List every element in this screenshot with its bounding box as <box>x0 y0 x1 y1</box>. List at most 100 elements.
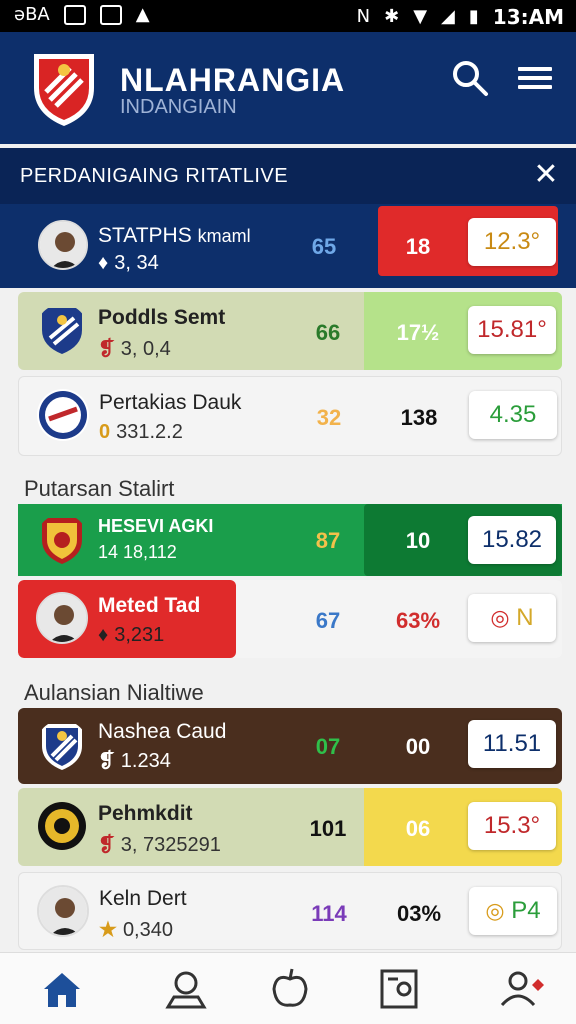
player-name-extra: kmaml <box>197 226 251 246</box>
avatar <box>36 592 88 644</box>
stat-value: 331.2.2 <box>116 421 183 443</box>
home-icon[interactable] <box>38 965 86 1013</box>
player-stat: ★ 0,340 <box>99 917 173 942</box>
stat-value: 3, 0,4 <box>120 338 171 360</box>
chart-icon: ▲ <box>135 4 150 25</box>
rating-pill[interactable]: 12.3° <box>468 218 556 266</box>
wifi-icon: ▼ <box>413 6 428 27</box>
score-1: 67 <box>315 608 341 633</box>
stat-value: 1.234 <box>120 750 171 772</box>
rating-pill[interactable]: 15.82 <box>468 516 556 564</box>
crest-icon <box>42 308 82 354</box>
team-stat: ❡ 3, 7325291 <box>98 832 221 857</box>
app-header: NLAHRANGIA INDANGIAIN <box>0 32 576 144</box>
player-name: Keln Dert <box>99 887 187 910</box>
list-item[interactable]: Meted Tad ♦ 3,231 67 63% ◎ N <box>18 580 562 658</box>
signal-icon: ◢ <box>441 6 455 27</box>
gallery-icon <box>99 5 122 25</box>
player-name-text: STATPHS <box>98 224 192 247</box>
rating-pill[interactable]: 15.81° <box>468 306 556 354</box>
menu-line <box>518 85 552 89</box>
list-item[interactable]: HESEVI AGKI 14 18,112 87 10 15.82 <box>18 504 562 576</box>
score-1: 87 <box>315 528 341 553</box>
list-item[interactable]: Pertakias Dauk 0 331.2.2 32 138 4.35 <box>18 376 562 456</box>
score-2: 03% <box>396 901 442 926</box>
group-title: Aulansian Nialtiwe <box>24 680 204 705</box>
list-item[interactable]: Keln Dert ★ 0,340 114 03% ◎ P4 <box>18 872 562 950</box>
stat-value: 0,340 <box>122 919 173 941</box>
image-icon <box>63 5 86 25</box>
rating-text: N <box>516 604 534 631</box>
rating-pill[interactable]: 4.35 <box>469 391 557 439</box>
player-stat: ♦ 3,231 <box>98 624 164 647</box>
rating-pill[interactable]: 11.51 <box>468 720 556 768</box>
scoreboard-icon[interactable] <box>162 965 210 1013</box>
group-title: Putarsan Stalirt <box>24 476 175 501</box>
crest-icon <box>42 724 82 770</box>
team-name: HESEVI AGKI <box>98 516 214 536</box>
score-1: 32 <box>316 405 342 430</box>
avatar <box>37 885 89 937</box>
rating-text: P4 <box>511 897 541 924</box>
avatar <box>38 220 88 270</box>
score-1: 114 <box>311 901 347 926</box>
score-2: 18 <box>405 234 431 259</box>
bottom-navigation <box>0 952 576 1024</box>
list-item[interactable]: Pehmkdit ❡ 3, 7325291 101 06 15.3° <box>18 788 562 866</box>
target-icon: ◎ <box>490 605 510 630</box>
stat-marker: ❡ <box>98 834 115 856</box>
score-2: 10 <box>405 528 431 553</box>
team-stat: ❡ 1.234 <box>98 748 171 773</box>
team-stat: 14 18,112 <box>98 542 177 562</box>
player-stat: ♦ 3, 34 <box>98 252 159 275</box>
menu-line <box>518 67 552 71</box>
stat-value: 3,231 <box>114 624 165 646</box>
list-item[interactable]: Poddls Semt ❡ 3, 0,4 66 17½ 15.81° <box>18 292 562 370</box>
team-name: Pehmkdit <box>98 802 193 825</box>
score-1: 07 <box>315 734 341 759</box>
app-title: NLAHRANGIA <box>120 62 346 98</box>
rating-pill[interactable]: 15.3° <box>468 802 556 850</box>
stat-marker: ❡ <box>98 338 115 360</box>
list-item[interactable]: Nashea Caud ❡ 1.234 07 00 11.51 <box>18 708 562 784</box>
score-1: 66 <box>315 320 341 345</box>
stat-marker: ♦ <box>98 252 109 274</box>
team-stat: ❡ 3, 0,4 <box>98 336 171 361</box>
status-carrier-text: əBA <box>14 4 50 25</box>
team-stat: 0 331.2.2 <box>99 421 183 444</box>
list-item[interactable]: STATPHS kmaml ♦ 3, 34 65 18 12.3° <box>0 204 576 288</box>
team-name: Nashea Caud <box>98 720 227 743</box>
score-2: 00 <box>405 734 431 759</box>
menu-line <box>518 76 552 80</box>
rating-pill[interactable]: ◎ P4 <box>469 887 557 935</box>
score-1: 101 <box>309 816 347 841</box>
battery-icon: ▮ <box>468 6 479 27</box>
menu-icon[interactable] <box>518 62 558 98</box>
score-2: 63% <box>395 608 441 633</box>
stat-marker: ♦ <box>98 624 109 646</box>
score-2: 138 <box>400 405 438 430</box>
apple-icon[interactable] <box>266 965 314 1013</box>
crest-icon <box>42 518 82 564</box>
player-name: STATPHS kmaml <box>98 224 251 248</box>
bluetooth-icon: ✱ <box>384 6 400 27</box>
stat-value: 3, 7325291 <box>120 834 221 856</box>
team-name: Pertakias Dauk <box>99 391 242 414</box>
profile-icon[interactable] <box>498 965 546 1013</box>
score-2: 17½ <box>396 320 440 345</box>
team-name: Poddls Semt <box>98 306 226 329</box>
search-icon[interactable] <box>450 58 490 98</box>
score-2: 06 <box>405 816 431 841</box>
crest-icon <box>37 389 89 441</box>
stat-marker: ❡ <box>98 750 115 772</box>
section-title: PERDANIGAING RITATLIVE <box>20 165 289 187</box>
player-name: Meted Tad <box>98 594 201 617</box>
status-time: 13:AM <box>492 5 564 29</box>
close-icon[interactable]: ✕ <box>530 160 562 192</box>
rating-pill[interactable]: ◎ N <box>468 594 556 642</box>
target-icon: ◎ <box>485 898 505 923</box>
stat-value: 3, 34 <box>114 252 159 274</box>
score-1: 65 <box>311 234 337 259</box>
stats-icon[interactable] <box>376 965 424 1013</box>
club-logo-icon <box>34 54 94 126</box>
